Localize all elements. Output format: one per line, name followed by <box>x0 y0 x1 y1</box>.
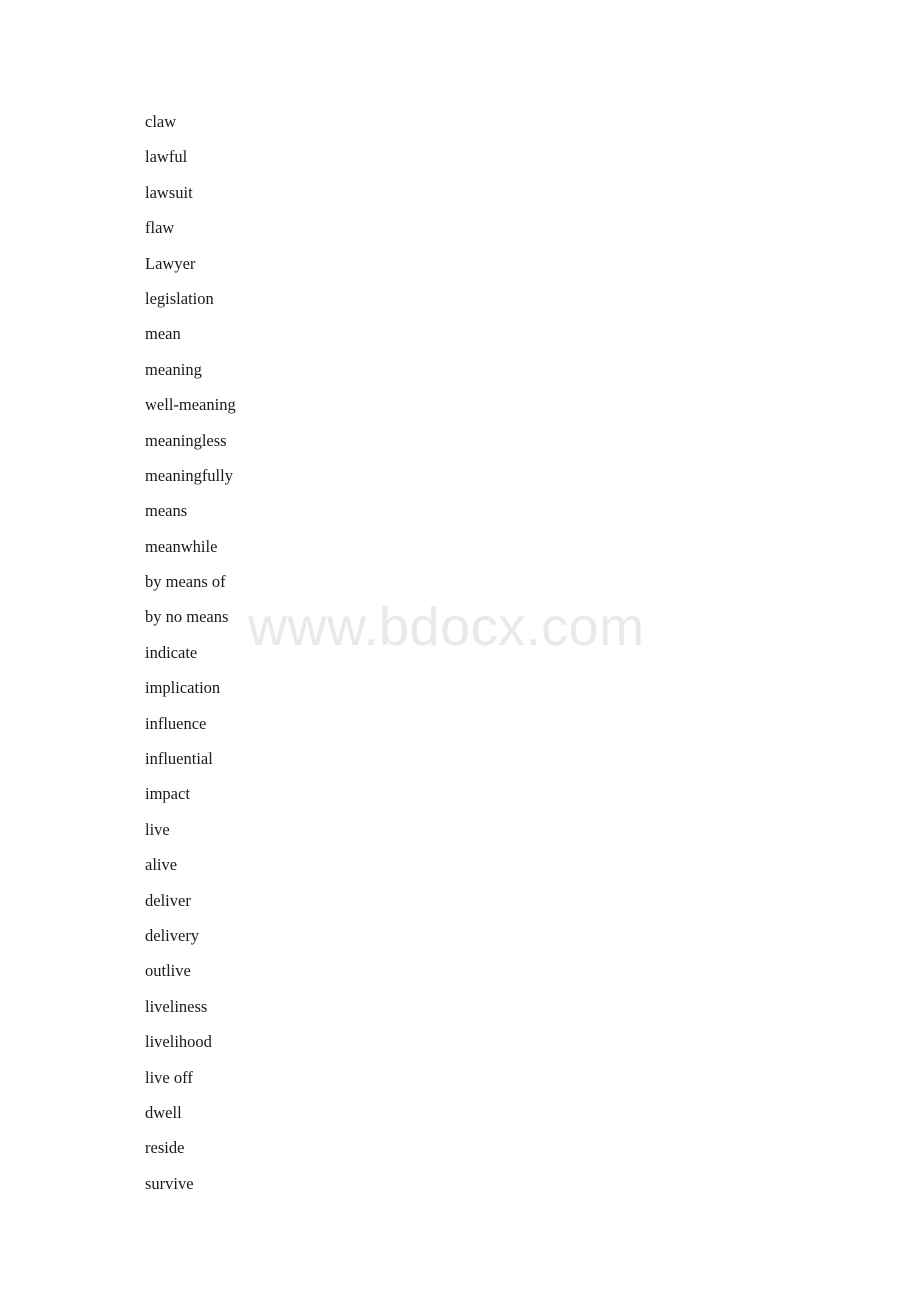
list-item: claw <box>145 112 177 131</box>
list-item: lawsuit <box>145 182 193 202</box>
list-item: alive <box>145 855 178 875</box>
list-item: livelihood <box>145 1032 212 1052</box>
list-item: meaningfully <box>145 465 233 485</box>
list-item: influential <box>145 749 213 769</box>
list-item: liveliness <box>145 996 208 1016</box>
list-item: indicate <box>145 642 198 662</box>
list-item: flaw <box>145 218 175 238</box>
document-content: claw lawful lawsuit flaw Lawyer legislation me… <box>0 0 920 1302</box>
list-item: dwell <box>145 1102 182 1122</box>
list-item: live off <box>145 1067 193 1087</box>
list-item: implication <box>145 678 221 698</box>
list-item: live <box>145 819 170 839</box>
list-item: reside <box>145 1138 185 1158</box>
list-item: outlive <box>145 961 191 981</box>
list-item: mean <box>145 324 181 344</box>
list-item: legislation <box>145 288 214 308</box>
list-item: influence <box>145 713 207 733</box>
vocabulary-word-list: claw lawful lawsuit flaw Lawyer legislation me… <box>145 104 745 1201</box>
list-item: by means of <box>145 572 226 592</box>
list-item: deliver <box>145 890 191 910</box>
list-item: Lawyer <box>145 253 196 273</box>
list-item: well-meaning <box>145 395 236 415</box>
list-item: lawful <box>145 147 188 167</box>
document-page: www.bdocx.com claw lawful lawsuit flaw Lawye… <box>0 0 920 1302</box>
list-item: meaningless <box>145 430 227 450</box>
list-item: meaning <box>145 359 202 379</box>
list-item: means <box>145 501 188 521</box>
list-item: by no means <box>145 607 229 627</box>
list-item: survive <box>145 1173 194 1193</box>
list-item: meanwhile <box>145 536 218 556</box>
list-item: impact <box>145 784 190 804</box>
list-item: delivery <box>145 925 200 945</box>
